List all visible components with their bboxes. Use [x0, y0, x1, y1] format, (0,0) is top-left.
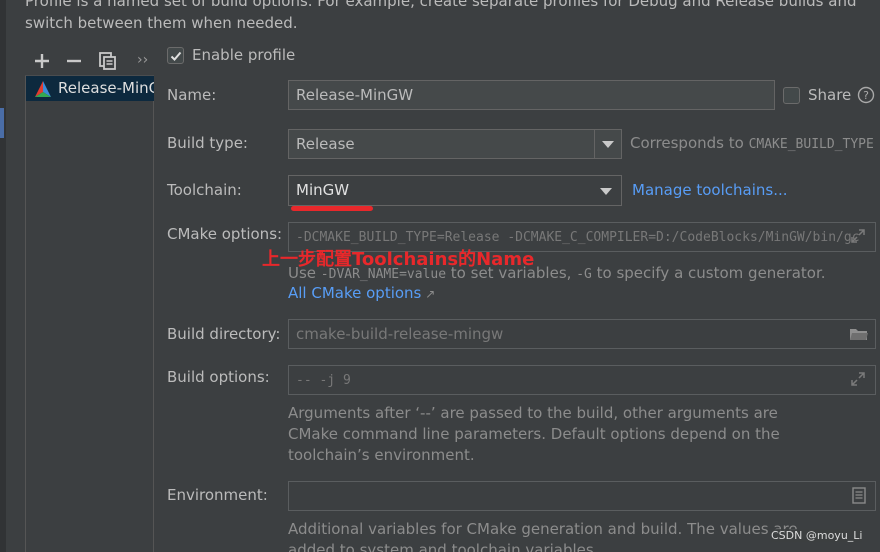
hint-text: to specify a custom generator. [591, 264, 826, 282]
minus-icon[interactable] [63, 50, 85, 72]
toolchain-label: Toolchain: [167, 181, 242, 199]
expand-icon[interactable] [850, 228, 866, 244]
hint-line: added to system and toolchain variables. [288, 541, 599, 552]
help-icon[interactable]: ? [857, 86, 875, 104]
hint-text: to set variables, [446, 264, 577, 282]
share-label: Share [808, 86, 852, 104]
copy-icon[interactable] [97, 50, 119, 72]
cmake-options-label: CMake options: [167, 225, 283, 243]
share-checkbox[interactable] [783, 87, 800, 104]
build-options-hint: Arguments after ‘--’ are passed to the b… [288, 403, 848, 466]
left-gutter [0, 0, 6, 552]
build-type-hint-code: CMAKE_BUILD_TYPE [748, 137, 874, 152]
enable-profile-label: Enable profile [192, 46, 296, 64]
manage-toolchains-link[interactable]: Manage toolchains... [632, 181, 788, 199]
chevron-down-icon [600, 188, 612, 195]
annotation-underline [291, 206, 373, 211]
hint-code: -G [576, 267, 592, 282]
all-cmake-options-label: All CMake options [288, 284, 422, 302]
hint-code: -DVAR_NAME=value [320, 267, 447, 282]
watermark: CSDN @moyu_Li [771, 529, 863, 542]
more-actions-button[interactable]: ›› [137, 52, 148, 68]
plus-icon[interactable] [31, 50, 53, 72]
environment-field[interactable] [288, 481, 876, 511]
external-link-icon: ↗ [421, 287, 436, 301]
document-icon[interactable] [852, 487, 866, 504]
build-type-value: Release [296, 135, 355, 153]
svg-text:?: ? [863, 89, 869, 102]
environment-label: Environment: [167, 486, 268, 504]
cmake-options-hint: Use -DVAR_NAME=value to set variables, -… [288, 263, 826, 285]
hint-line: toolchain’s environment. [288, 446, 475, 464]
build-type-label: Build type: [167, 134, 248, 152]
intro-line-2: switch between them when needed. [25, 14, 298, 32]
build-options-field[interactable]: -- -j 9 [288, 365, 876, 395]
build-type-hint-text: Corresponds to [630, 134, 749, 152]
cmake-icon [34, 80, 52, 98]
expand-icon[interactable] [850, 371, 866, 387]
hint-line: CMake command line parameters. Default o… [288, 425, 780, 443]
build-directory-field[interactable]: cmake-build-release-mingw [288, 319, 876, 349]
hint-text: Use [288, 264, 321, 282]
chevron-down-icon [594, 130, 621, 158]
all-cmake-options-link[interactable]: All CMake options ↗ [288, 284, 435, 302]
profiles-list [25, 44, 154, 552]
build-type-hint: Corresponds to CMAKE_BUILD_TYPE [630, 134, 874, 152]
intro-line-1: Profile is a named set of build options.… [25, 0, 857, 10]
toolchain-value: MinGW [296, 181, 350, 199]
list-item-label: Release-MinGW [58, 79, 154, 97]
folder-icon[interactable] [849, 326, 869, 342]
build-type-select[interactable]: Release [288, 129, 622, 159]
build-directory-label: Build directory: [167, 325, 281, 343]
name-label: Name: [167, 86, 217, 104]
hint-line: Additional variables for CMake generatio… [288, 520, 798, 538]
gutter-marker [0, 108, 4, 138]
name-field[interactable]: Release-MinGW [288, 80, 775, 110]
intro-text: Profile is a named set of build options.… [25, 0, 865, 34]
enable-profile-checkbox[interactable] [167, 47, 184, 64]
toolchain-select[interactable]: MinGW [288, 175, 622, 206]
hint-line: Arguments after ‘--’ are passed to the b… [288, 404, 778, 422]
build-options-label: Build options: [167, 368, 270, 386]
environment-hint: Additional variables for CMake generatio… [288, 519, 848, 552]
